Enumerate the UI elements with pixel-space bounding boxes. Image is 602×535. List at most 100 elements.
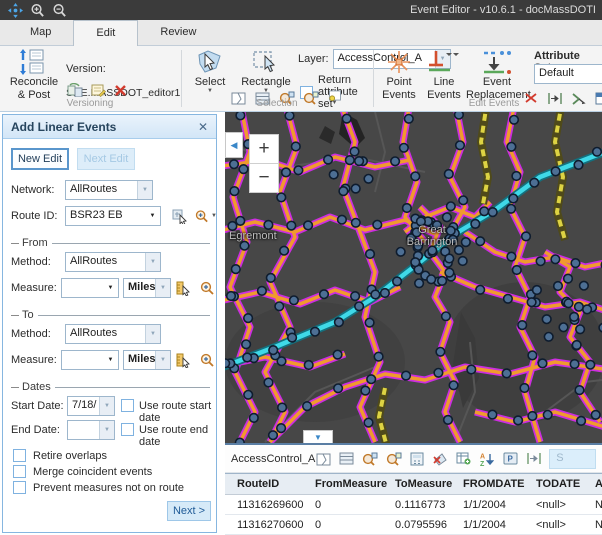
from-measure-combo[interactable]: ▼: [61, 278, 119, 298]
cell-ac[interactable]: N: [583, 515, 602, 535]
table-row[interactable]: 11316270600 0 0.0795596 1/1/2004 <null> …: [225, 515, 602, 535]
col-ac[interactable]: AC: [583, 474, 602, 495]
title-bar: Event Editor - v10.6.1 - docMassDOTI: [0, 0, 602, 20]
event-replacement-button[interactable]: Event Replacement: [466, 49, 528, 101]
use-route-end-date-checkbox[interactable]: [121, 423, 134, 436]
merge-coincident-checkbox[interactable]: [13, 465, 26, 478]
measure-range-icon[interactable]: [526, 451, 542, 467]
from-method-combo[interactable]: AllRoutes ▼: [65, 252, 161, 272]
new-version-icon[interactable]: [89, 82, 106, 98]
col-frommeasure[interactable]: FromMeasure: [303, 474, 383, 495]
save-button[interactable]: S: [549, 449, 596, 469]
change-version-icon[interactable]: [66, 82, 83, 98]
from-measure-arrow[interactable]: ▼: [103, 279, 118, 297]
retire-overlaps-checkbox[interactable]: [13, 449, 26, 462]
cell-frommeasure[interactable]: 0: [303, 495, 383, 515]
start-date-arrow[interactable]: ▼: [99, 397, 114, 415]
to-measure-combo[interactable]: ▼: [61, 350, 119, 370]
table-row[interactable]: 11316269600 0 0.1116773 1/1/2004 <null> …: [225, 495, 602, 515]
prevent-measures-checkbox[interactable]: [13, 481, 26, 494]
select-button[interactable]: Select ▼: [188, 49, 232, 94]
table-layer-name[interactable]: AccessControl_A: [231, 453, 315, 465]
point-events-button[interactable]: Point Events: [378, 49, 420, 101]
end-date-arrow[interactable]: ▼: [99, 421, 114, 439]
rectangle-label: Rectangle: [241, 76, 291, 89]
map-canvas[interactable]: Egremont Great Barrington ◀ + − ▼: [225, 112, 602, 443]
cell-fromdate[interactable]: 1/1/2004: [451, 495, 524, 515]
field-calculator-icon[interactable]: [409, 451, 425, 467]
rectangle-button[interactable]: Rectangle ▼: [240, 49, 292, 94]
to-zoom-icon[interactable]: [199, 352, 216, 368]
sort-icon[interactable]: A Z: [479, 451, 495, 467]
use-route-start-date-checkbox[interactable]: [121, 399, 134, 412]
cell-tomeasure[interactable]: 0.1116773: [383, 495, 451, 515]
close-icon[interactable]: ✕: [198, 120, 208, 134]
reconcile-post-button[interactable]: Reconcile & Post: [6, 49, 62, 101]
table-list-icon[interactable]: [339, 451, 355, 467]
tab-review[interactable]: Review: [138, 20, 218, 45]
tab-edit[interactable]: Edit: [73, 20, 138, 46]
to-legend-text: To: [22, 309, 38, 321]
route-id-combo[interactable]: BSR23 EB ▼: [65, 206, 161, 226]
map-zoom-out-button[interactable]: −: [249, 163, 279, 193]
col-fromdate[interactable]: FROMDATE: [451, 474, 524, 495]
route-zoom-icon[interactable]: ▼: [195, 208, 217, 224]
col-tomeasure[interactable]: ToMeasure: [383, 474, 451, 495]
line-events-button[interactable]: Line Events: [424, 49, 464, 101]
from-unit-arrow[interactable]: ▼: [155, 279, 170, 297]
zoom-out-icon[interactable]: [50, 2, 68, 18]
identify-icon[interactable]: P: [503, 451, 519, 467]
network-combo[interactable]: AllRoutes ▼: [65, 180, 153, 200]
start-date-label: Start Date:: [11, 400, 64, 412]
to-measure-pick-glyph: [176, 353, 191, 368]
cell-routeid[interactable]: 11316269600: [225, 495, 303, 515]
attribute-table-panel: AccessControl_A: [225, 443, 602, 535]
col-todate[interactable]: TODATE: [524, 474, 583, 495]
cell-todate[interactable]: <null>: [524, 495, 583, 515]
pick-route-on-map-icon[interactable]: [171, 208, 188, 224]
zoom-in-icon[interactable]: [28, 2, 46, 18]
table-zoom-selected-icon[interactable]: [362, 451, 378, 467]
pan-icon[interactable]: [6, 2, 24, 18]
trim-event-icon[interactable]: [570, 90, 587, 106]
add-record-icon[interactable]: [456, 451, 472, 467]
next-button[interactable]: Next >: [167, 501, 211, 521]
network-combo-arrow[interactable]: ▼: [137, 181, 152, 199]
col-routeid[interactable]: RouteID: [225, 474, 303, 495]
new-edit-button[interactable]: New Edit: [11, 148, 69, 170]
to-method-label: Method:: [11, 328, 51, 340]
add-linear-events-panel: Add Linear Events ✕ New Edit Next Edit N…: [2, 114, 217, 533]
attribute-set-combo[interactable]: Default ▼: [534, 64, 602, 84]
map-zoom-in-button[interactable]: +: [249, 134, 279, 164]
table-pan-selected-icon[interactable]: [386, 451, 402, 467]
to-method-arrow[interactable]: ▼: [145, 325, 160, 343]
tab-map[interactable]: Map: [8, 20, 73, 45]
from-zoom-icon[interactable]: [199, 280, 216, 296]
cell-ac[interactable]: N: [583, 495, 602, 515]
from-unit-combo[interactable]: Miles ▼: [123, 278, 171, 298]
from-method-arrow[interactable]: ▼: [145, 253, 160, 271]
route-id-combo-arrow[interactable]: ▼: [145, 207, 160, 225]
table-select-icon[interactable]: [315, 451, 331, 467]
collapse-table-arrow[interactable]: ▼: [303, 430, 333, 443]
end-date-combo[interactable]: ▼: [67, 420, 115, 440]
cell-frommeasure[interactable]: 0: [303, 515, 383, 535]
to-unit-arrow[interactable]: ▼: [155, 351, 170, 369]
to-unit-combo[interactable]: Miles ▼: [123, 350, 171, 370]
layer-label: Layer:: [298, 53, 329, 65]
to-measure-pick-icon[interactable]: [175, 352, 192, 368]
cell-routeid[interactable]: 11316270600: [225, 515, 303, 535]
delete-version-icon[interactable]: [112, 82, 129, 98]
cell-tomeasure[interactable]: 0.0795596: [383, 515, 451, 535]
collapse-panel-arrow[interactable]: ◀: [225, 132, 243, 158]
start-date-combo[interactable]: 7/18/ ▼: [67, 396, 115, 416]
to-measure-arrow[interactable]: ▼: [103, 351, 118, 369]
cell-fromdate[interactable]: 1/1/2004: [451, 515, 524, 535]
merge-coincident-label: Merge coincident events: [33, 466, 152, 478]
clear-table-selection-icon[interactable]: [432, 451, 448, 467]
event-attributes-window-icon[interactable]: [594, 90, 602, 106]
from-measure-pick-icon[interactable]: [175, 280, 192, 296]
cell-todate[interactable]: <null>: [524, 515, 583, 535]
next-edit-button[interactable]: Next Edit: [77, 148, 135, 170]
to-method-combo[interactable]: AllRoutes ▼: [65, 324, 161, 344]
